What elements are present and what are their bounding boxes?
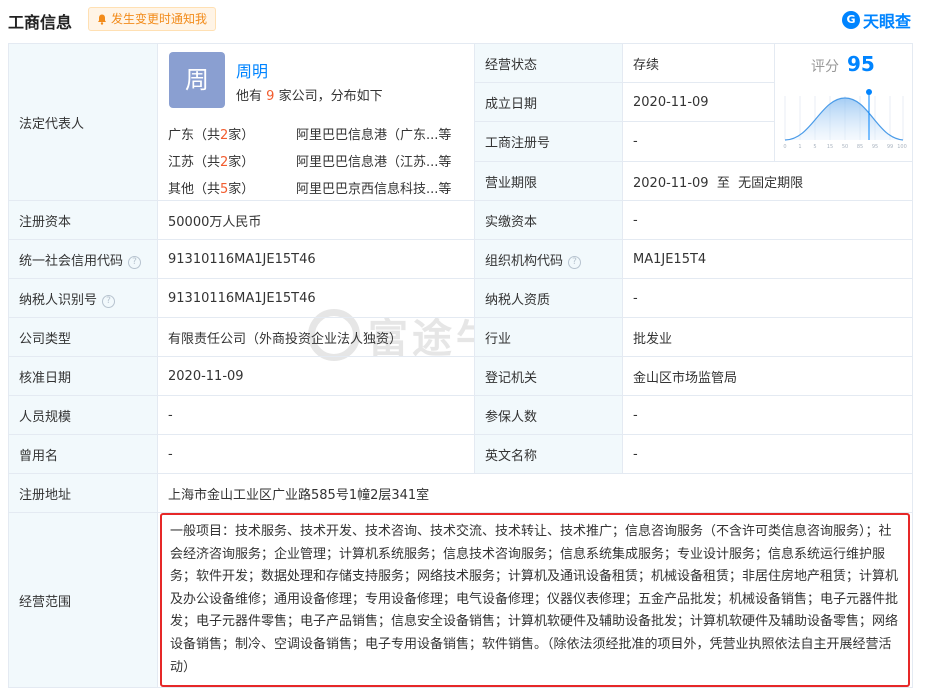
reg-number-label: 工商注册号 xyxy=(474,121,623,162)
table-cell-value: 批发业 xyxy=(622,317,913,357)
address-label: 注册地址 xyxy=(8,473,158,513)
table-cell-value: - xyxy=(622,395,913,435)
table-cell-label: 统一社会信用代码? xyxy=(8,239,158,279)
region-company-link[interactable]: 阿里巴巴信息港（江苏...等 xyxy=(296,151,451,170)
table-row: 核准日期 2020-11-09 登记机关 金山区市场监管局 xyxy=(8,356,913,396)
list-item[interactable]: 其他（共5家） 阿里巴巴京西信息科技...等 xyxy=(168,174,468,201)
table-cell-value: 91310116MA1JE15T46 xyxy=(157,239,475,279)
table-cell-value: - xyxy=(622,278,913,318)
table-cell-label: 实缴资本 xyxy=(474,200,623,240)
tick-label: 5 xyxy=(813,144,816,150)
notify-label: 发生变更时通知我 xyxy=(111,12,208,26)
tick-label: 100 xyxy=(897,144,907,150)
notify-change-button[interactable]: 发生变更时通知我 xyxy=(88,7,217,31)
score-value: 95 xyxy=(847,52,875,76)
table-row: 经营范围 一般项目：技术服务、技术开发、技术咨询、技术交流、技术转让、技术推广；… xyxy=(8,511,913,689)
table-cell-value: 有限责任公司（外商投资企业法人独资） xyxy=(157,317,475,357)
region-company-link[interactable]: 阿里巴巴京西信息科技...等 xyxy=(296,178,451,197)
table-cell-label: 组织机构代码? xyxy=(474,239,623,279)
legal-rep-summary: 他有 9 家公司，分布如下 xyxy=(236,89,383,104)
table-cell-label: 注册资本 xyxy=(8,200,158,240)
list-item[interactable]: 江苏（共2家） 阿里巴巴信息港（江苏...等 xyxy=(168,147,468,174)
score-widget[interactable]: 评分 95 0 1 5 15 50 85 95 99 100 xyxy=(774,43,913,162)
tick-label: 95 xyxy=(872,144,878,150)
company-count[interactable]: 9 xyxy=(266,89,274,104)
table-cell-value: - xyxy=(622,200,913,240)
avatar[interactable]: 周 xyxy=(169,52,225,108)
legal-rep-label: 法定代表人 xyxy=(8,43,158,201)
table-cell-value: 2020-11-09 xyxy=(157,356,475,396)
bell-icon xyxy=(98,14,106,25)
founded-label: 成立日期 xyxy=(474,82,623,122)
table-cell-value: MA1JE15T4 xyxy=(622,239,913,279)
table-row: 公司类型 有限责任公司（外商投资企业法人独资） 行业 批发业 xyxy=(8,317,913,357)
table-cell-value: 50000万人民币 xyxy=(157,200,475,240)
tick-label: 50 xyxy=(842,144,848,150)
help-icon[interactable]: ? xyxy=(102,294,116,308)
table-cell-label: 英文名称 xyxy=(474,434,623,474)
tick-label: 1 xyxy=(798,144,801,150)
business-scope-text: 一般项目：技术服务、技术开发、技术咨询、技术交流、技术转让、技术推广；信息咨询服… xyxy=(160,513,910,688)
section-title: 工商信息 xyxy=(8,13,73,32)
score-label: 评分 xyxy=(811,59,839,75)
scope-cell: 一般项目：技术服务、技术开发、技术咨询、技术交流、技术转让、技术推广；信息咨询服… xyxy=(157,511,913,689)
table-cell-label: 纳税人资质 xyxy=(474,278,623,318)
reg-number-value: - xyxy=(622,121,775,162)
table-cell-label: 登记机关 xyxy=(474,356,623,396)
table-cell-label: 行业 xyxy=(474,317,623,357)
table-cell-value: - xyxy=(157,395,475,435)
help-icon[interactable]: ? xyxy=(128,255,142,269)
legal-rep-name-link[interactable]: 周明 xyxy=(236,58,268,82)
table-row: 统一社会信用代码? 91310116MA1JE15T46 组织机构代码? MA1… xyxy=(8,239,913,279)
tianyancha-logo[interactable]: G 天眼查 xyxy=(841,8,911,32)
table-row: 注册地址 上海市金山工业区广业路585号1幢2层341室 xyxy=(8,473,913,513)
table-cell-label: 人员规模 xyxy=(8,395,158,435)
term-label: 营业期限 xyxy=(474,161,623,201)
table-cell-label: 核准日期 xyxy=(8,356,158,396)
address-value: 上海市金山工业区广业路585号1幢2层341室 xyxy=(157,473,913,513)
table-row: 人员规模 - 参保人数 - xyxy=(8,395,913,435)
tick-label: 15 xyxy=(827,144,833,150)
list-item[interactable]: 广东（共2家） 阿里巴巴信息港（广东...等 xyxy=(168,120,468,147)
table-cell-value: - xyxy=(157,434,475,474)
tick-label: 99 xyxy=(887,144,893,150)
table-row: 曾用名 - 英文名称 - xyxy=(8,434,913,474)
table-row: 纳税人识别号? 91310116MA1JE15T46 纳税人资质 - xyxy=(8,278,913,318)
status-label: 经营状态 xyxy=(474,43,623,83)
logo-mark-icon: G xyxy=(841,11,860,29)
table-cell-label: 曾用名 xyxy=(8,434,158,474)
tick-label: 85 xyxy=(857,144,863,150)
scope-label: 经营范围 xyxy=(8,511,158,689)
score-distribution-chart: 0 1 5 15 50 85 95 99 100 xyxy=(783,89,907,150)
status-value: 存续 xyxy=(622,43,775,83)
table-cell-value: 91310116MA1JE15T46 xyxy=(157,278,475,318)
table-row: 注册资本 50000万人民币 实缴资本 - xyxy=(8,200,913,240)
legal-rep-cell: 周 周明 他有 9 家公司，分布如下 广东（共2家） 阿里巴巴信息港（广东...… xyxy=(157,43,475,201)
business-info-table: 法定代表人 周 周明 他有 9 家公司，分布如下 广东（共2家） 阿里巴巴信息港… xyxy=(8,43,913,689)
term-value: 2020-11-09 至 无固定期限 xyxy=(622,161,913,201)
region-list: 广东（共2家） 阿里巴巴信息港（广东...等 江苏（共2家） 阿里巴巴信息港（江… xyxy=(168,120,468,201)
logo-text: 天眼查 xyxy=(862,12,911,31)
section-header: 工商信息 发生变更时通知我 G 天眼查 xyxy=(0,0,925,40)
table-cell-value: 金山区市场监管局 xyxy=(622,356,913,396)
table-cell-label: 纳税人识别号? xyxy=(8,278,158,318)
region-company-link[interactable]: 阿里巴巴信息港（广东...等 xyxy=(296,124,451,143)
table-cell-label: 参保人数 xyxy=(474,395,623,435)
help-icon[interactable]: ? xyxy=(568,255,582,269)
table-cell-label: 公司类型 xyxy=(8,317,158,357)
table-cell-value: - xyxy=(622,434,913,474)
founded-value: 2020-11-09 xyxy=(622,82,775,122)
tick-label: 0 xyxy=(783,144,786,150)
